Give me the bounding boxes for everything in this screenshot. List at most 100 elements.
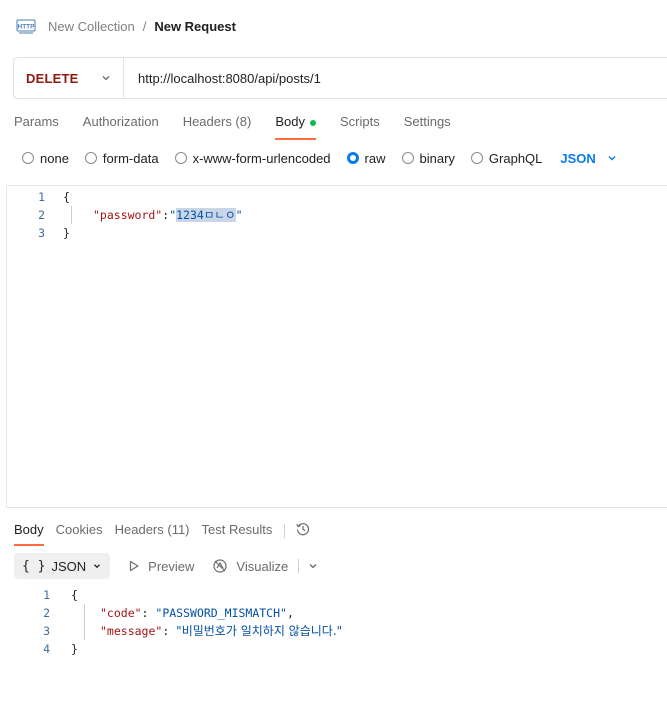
radio-circle	[84, 152, 97, 164]
request-body-editor[interactable]: 1 { 2 "password":"1234ㅁㄴㅇ" 3 }	[6, 185, 667, 508]
tab-authorization[interactable]: Authorization	[83, 112, 159, 140]
breadcrumb-request[interactable]: New Request	[154, 19, 236, 34]
code-text: {	[63, 190, 70, 204]
chevron-down-icon	[103, 76, 110, 81]
code-line: 1 {	[14, 586, 654, 604]
line-number: 2	[38, 208, 45, 222]
response-toolbar: { } JSON Preview Visualize	[14, 553, 319, 579]
tab-label: Test Results	[201, 522, 273, 537]
modified-dot-indicator	[309, 120, 316, 126]
json-key: "message"	[100, 624, 163, 638]
json-value-selected: 1234ㅁㄴㅇ	[176, 208, 236, 222]
visualize-label: Visualize	[236, 558, 289, 574]
radio-circle	[174, 152, 187, 164]
json-value: "비밀번호가 일치하지 않습니다."	[176, 624, 343, 638]
tab-label: Authorization	[82, 114, 159, 129]
preview-button[interactable]: Preview	[128, 559, 194, 574]
radio-x-www-form-urlencoded[interactable]: x-www-form-urlencoded	[174, 150, 331, 166]
code-line: 4 }	[14, 640, 654, 658]
line-number: 1	[43, 588, 50, 602]
code-text: "message": "비밀번호가 일치하지 않습니다."	[100, 622, 342, 640]
format-label: JSON	[51, 558, 87, 574]
raw-format-label: JSON	[560, 150, 596, 166]
code-text: {	[71, 588, 78, 602]
tab-label: Headers (8)	[182, 114, 252, 129]
method-label: DELETE	[26, 70, 79, 86]
tab-label: Scripts	[339, 114, 380, 129]
request-tabs: Params Authorization Headers (8) Body Sc…	[14, 112, 475, 140]
response-tab-test-results[interactable]: Test Results	[202, 520, 273, 546]
line-number: 4	[43, 642, 50, 656]
json-key: "code"	[100, 606, 142, 620]
raw-format-select[interactable]: JSON	[560, 151, 617, 166]
indent-guide	[84, 604, 85, 640]
tab-label: Body	[14, 522, 44, 537]
code-text: }	[71, 642, 78, 656]
tab-params[interactable]: Params	[14, 112, 59, 140]
tab-label: Params	[14, 114, 59, 129]
tab-label: Cookies	[55, 522, 103, 537]
code-line: 3 }	[7, 224, 667, 242]
radio-label: GraphQL	[488, 150, 543, 166]
radio-none[interactable]: none	[22, 151, 69, 166]
chevron-down-icon	[608, 156, 616, 161]
json-separator: :	[162, 624, 177, 638]
tab-scripts[interactable]: Scripts	[340, 112, 380, 140]
radio-form-data[interactable]: form-data	[84, 150, 159, 166]
breadcrumb: HTTP New Collection / New Request	[0, 0, 667, 52]
radio-circle	[470, 152, 483, 164]
radio-circle-checked	[346, 152, 359, 164]
preview-label: Preview	[148, 558, 195, 574]
response-tab-headers[interactable]: Headers (11)	[115, 520, 190, 546]
code-text: }	[63, 226, 70, 240]
divider	[298, 559, 300, 573]
json-comma: ,	[286, 606, 294, 620]
method-select[interactable]: DELETE	[14, 58, 124, 98]
radio-label: raw	[364, 150, 386, 166]
url-bar: DELETE	[13, 57, 667, 99]
line-number: 3	[43, 624, 50, 638]
line-number: 2	[43, 606, 50, 620]
radio-label: none	[40, 150, 69, 166]
radio-label: x-www-form-urlencoded	[192, 150, 331, 166]
history-icon[interactable]	[295, 521, 311, 537]
radio-label: form-data	[102, 150, 159, 166]
response-format-select[interactable]: { } JSON	[14, 553, 111, 579]
http-icon: HTTP	[16, 19, 36, 34]
tab-label: Body	[275, 114, 305, 129]
tab-label: Settings	[403, 114, 451, 129]
response-tab-body[interactable]: Body	[14, 520, 44, 546]
line-number: 1	[38, 190, 45, 204]
json-value: "PASSWORD_MISMATCH"	[155, 606, 287, 620]
tab-label: Headers (11)	[114, 522, 190, 537]
json-key: "password"	[93, 208, 163, 222]
radio-raw[interactable]: raw	[346, 150, 386, 166]
visualize-button[interactable]: Visualize	[212, 558, 288, 574]
tab-body[interactable]: Body	[275, 112, 316, 140]
code-line: 1 {	[7, 188, 667, 206]
json-quote: "	[235, 208, 243, 222]
breadcrumb-separator: /	[142, 18, 147, 34]
play-icon	[130, 560, 139, 572]
code-line: 2 "password":"1234ㅁㄴㅇ"	[7, 206, 667, 224]
radio-graphql[interactable]: GraphQL	[470, 150, 543, 166]
url-input[interactable]	[138, 70, 638, 86]
radio-circle	[401, 152, 414, 164]
json-separator: :	[141, 606, 156, 620]
code-line: 2 "code": "PASSWORD_MISMATCH",	[14, 604, 654, 622]
code-text: "password":"1234ㅁㄴㅇ"	[93, 206, 243, 224]
divider	[284, 524, 286, 538]
indent-guide	[71, 206, 72, 224]
response-tab-cookies[interactable]: Cookies	[56, 520, 103, 546]
line-number: 3	[38, 226, 45, 240]
code-text: "code": "PASSWORD_MISMATCH",	[100, 604, 294, 622]
chevron-down-icon	[94, 564, 101, 569]
breadcrumb-collection[interactable]: New Collection	[48, 19, 135, 34]
radio-label: binary	[419, 150, 455, 166]
braces-icon: { }	[22, 558, 46, 574]
code-line: 3 "message": "비밀번호가 일치하지 않습니다."	[14, 622, 654, 640]
radio-binary[interactable]: binary	[401, 150, 455, 166]
tab-headers[interactable]: Headers (8)	[183, 112, 252, 140]
tab-settings[interactable]: Settings	[404, 112, 451, 140]
chevron-down-icon[interactable]	[307, 560, 319, 572]
